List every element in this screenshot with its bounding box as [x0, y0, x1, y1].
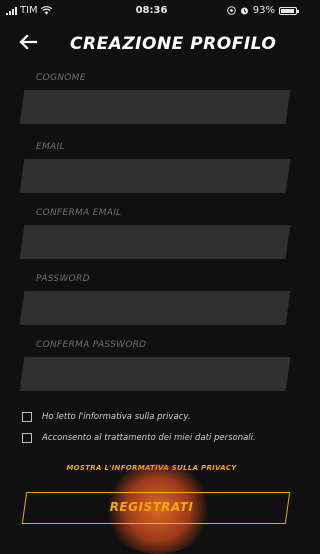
data-consent-label: Acconsento al trattamento dei miei dati …: [42, 433, 256, 443]
data-consent-row[interactable]: Acconsento al trattamento dei miei dati …: [22, 433, 256, 443]
data-consent-checkbox[interactable]: [22, 433, 32, 443]
register-button-label: REGISTRATI: [109, 500, 194, 514]
privacy-read-row[interactable]: Ho letto l'informativa sulla privacy.: [22, 412, 190, 422]
status-bar: TIM 08:36 93%: [0, 0, 303, 22]
page-title: CREAZIONE PROFILO: [70, 34, 277, 54]
status-right: 93%: [226, 5, 299, 16]
alarm-icon: [240, 7, 248, 15]
privacy-read-label: Ho letto l'informativa sulla privacy.: [42, 412, 191, 422]
confirm-email-label: CONFERMA EMAIL: [36, 208, 122, 218]
confirm-email-input[interactable]: [19, 225, 291, 259]
surname-input[interactable]: [19, 90, 291, 124]
email-label: EMAIL: [36, 142, 65, 152]
back-arrow-icon[interactable]: [18, 32, 38, 52]
header: CREAZIONE PROFILO: [0, 28, 303, 60]
battery-percentage: 93%: [252, 5, 275, 16]
confirm-password-label: CONFERMA PASSWORD: [36, 340, 147, 350]
privacy-read-checkbox[interactable]: [22, 412, 32, 422]
confirm-password-input[interactable]: [19, 357, 291, 391]
email-input[interactable]: [19, 159, 291, 193]
surname-label: COGNOME: [36, 73, 86, 83]
password-label: PASSWORD: [36, 274, 90, 284]
battery-icon: [279, 6, 299, 15]
password-input[interactable]: [19, 291, 291, 325]
location-lock-icon: [226, 6, 236, 15]
